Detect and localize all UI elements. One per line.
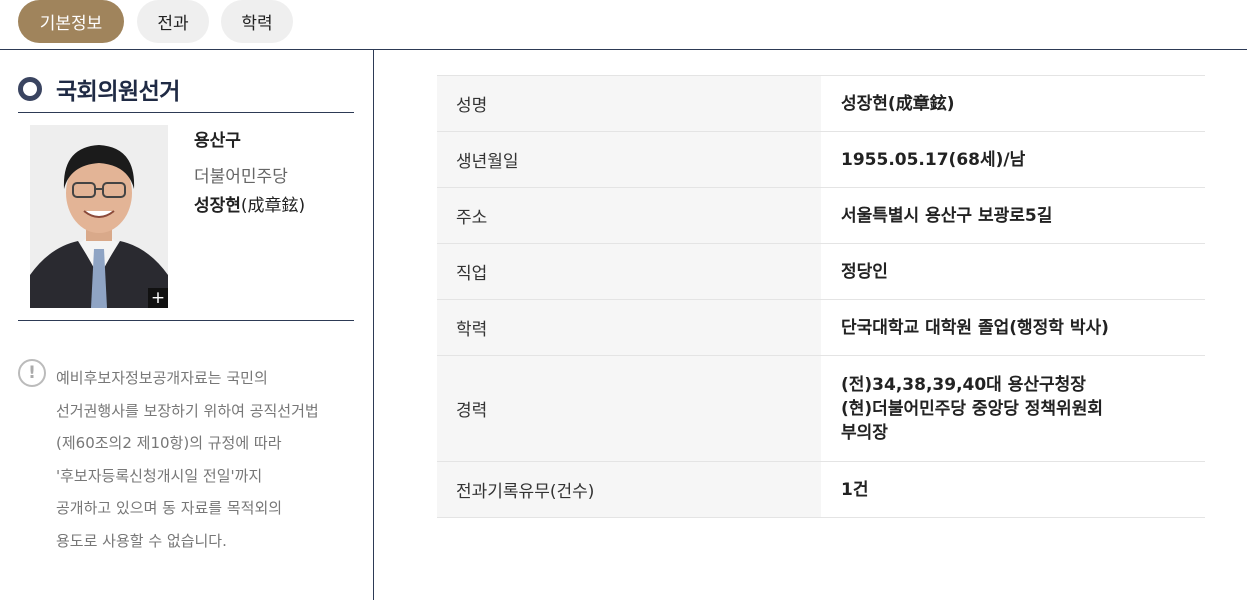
candidate-photo[interactable]: + (30, 125, 168, 308)
career-line: (전)34,38,39,40대 용산구청장 (841, 374, 1086, 395)
row-value-address: 서울특별시 용산구 보광로5길 (821, 187, 1205, 244)
table-row: 생년월일 1955.05.17(68세)/남 (437, 131, 1205, 188)
divider-top (0, 49, 1247, 50)
divider-vertical (373, 50, 374, 600)
table-row: 전과기록유무(건수) 1건 (437, 461, 1205, 518)
row-label-birthdate: 생년월일 (437, 131, 821, 188)
section-heading: 국회의원선거 (18, 74, 180, 105)
expand-photo-icon[interactable]: + (148, 288, 168, 308)
disclosure-notice: 예비후보자정보공개자료는 국민의 선거권행사를 보장하기 위하여 공직선거법 (… (56, 362, 356, 557)
row-value-education: 단국대학교 대학원 졸업(행정학 박사) (821, 299, 1205, 356)
row-value-career: (전)34,38,39,40대 용산구청장 (현)더불어민주당 중앙당 정책위원… (821, 355, 1205, 462)
divider (18, 112, 354, 113)
table-row: 직업 정당인 (437, 243, 1205, 300)
row-label-name: 성명 (437, 75, 821, 132)
exclamation-icon: ! (18, 359, 46, 387)
table-row: 경력 (전)34,38,39,40대 용산구청장 (현)더불어민주당 중앙당 정… (437, 355, 1205, 462)
table-row: 학력 단국대학교 대학원 졸업(행정학 박사) (437, 299, 1205, 356)
row-value-name: 성장현(成章鉉) (821, 75, 1205, 132)
candidate-party: 더불어민주당 (194, 167, 288, 187)
notice-line: (제60조의2 제10항)의 규정에 따라 (56, 434, 282, 452)
notice-line: 용도로 사용할 수 없습니다. (56, 531, 227, 550)
notice-line: '후보자등록신청개시일 전일'까지 (56, 466, 263, 485)
candidate-name-hanja: (成章鉉) (240, 196, 306, 216)
notice-line: 예비후보자정보공개자료는 국민의 (56, 369, 268, 387)
section-title: 국회의원선거 (56, 79, 180, 105)
row-label-address: 주소 (437, 187, 821, 244)
career-line: 부의장 (841, 422, 888, 443)
row-label-occupation: 직업 (437, 243, 821, 300)
notice-line: 공개하고 있으며 동 자료를 목적외의 (56, 499, 283, 517)
candidate-name-korean: 성장현 (194, 196, 241, 216)
divider (18, 320, 354, 321)
candidate-info-table: 성명 성장현(成章鉉) 생년월일 1955.05.17(68세)/남 주소 서울… (437, 75, 1205, 518)
tab-criminal-record[interactable]: 전과 (137, 0, 209, 43)
row-value-birthdate: 1955.05.17(68세)/남 (821, 131, 1205, 188)
ring-icon (18, 77, 42, 101)
portrait-image (30, 125, 168, 308)
tab-education[interactable]: 학력 (221, 0, 293, 43)
row-value-criminal-record: 1건 (821, 461, 1205, 518)
table-row: 주소 서울특별시 용산구 보광로5길 (437, 187, 1205, 244)
row-value-occupation: 정당인 (821, 243, 1205, 300)
career-line: (현)더불어민주당 중앙당 정책위원회 (841, 398, 1103, 419)
table-row: 성명 성장현(成章鉉) (437, 75, 1205, 132)
notice-line: 선거권행사를 보장하기 위하여 공직선거법 (56, 401, 319, 420)
row-label-criminal-record: 전과기록유무(건수) (437, 461, 821, 518)
tab-basic-info[interactable]: 기본정보 (18, 0, 124, 43)
candidate-name: 성장현(成章鉉) (194, 191, 305, 216)
row-label-career: 경력 (437, 355, 821, 462)
candidate-district: 용산구 (194, 131, 241, 151)
tab-bar: 기본정보 전과 학력 (0, 0, 1247, 49)
row-label-education: 학력 (437, 299, 821, 356)
